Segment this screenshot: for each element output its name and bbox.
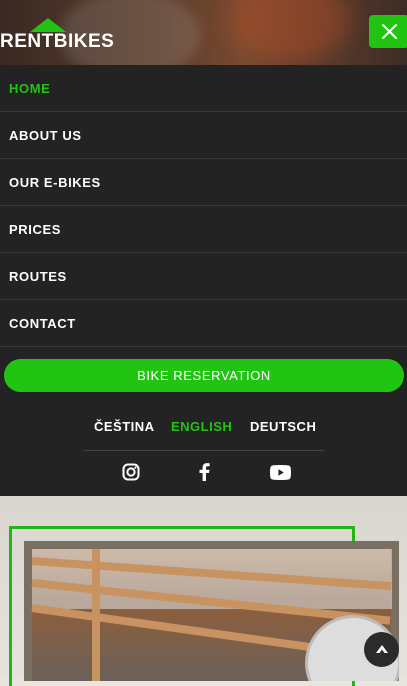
bike-reservation-label: BIKE RESERVATION [137, 368, 271, 383]
menu-item-label: PRICES [9, 222, 62, 237]
scroll-to-top-button[interactable] [364, 632, 399, 667]
menu-item-home[interactable]: HOME [0, 65, 407, 112]
language-cestina[interactable]: ČEŠTINA [94, 419, 155, 434]
rentbikes-logo[interactable]: RENTBIKES [0, 18, 114, 52]
language-deutsch[interactable]: DEUTSCH [250, 419, 316, 434]
logo-text: RENTBIKES [0, 31, 115, 52]
menu-item-our-e-bikes[interactable]: OUR E-BIKES [0, 159, 407, 206]
mobile-menu-panel: HOME ABOUT US OUR E-BIKES PRICES ROUTES … [0, 65, 407, 496]
language-english[interactable]: ENGLISH [171, 419, 232, 434]
facebook-link[interactable] [193, 462, 215, 482]
instagram-icon [122, 463, 140, 481]
menu-item-contact[interactable]: CONTACT [0, 300, 407, 347]
menu-item-label: HOME [9, 81, 51, 96]
facebook-icon [199, 463, 210, 481]
mountain-icon [30, 18, 66, 32]
menu-item-label: ABOUT US [9, 128, 82, 143]
instagram-link[interactable] [120, 462, 142, 482]
menu-item-routes[interactable]: ROUTES [0, 253, 407, 300]
menu-item-label: ROUTES [9, 269, 67, 284]
language-switcher: ČEŠTINA ENGLISH DEUTSCH [0, 419, 407, 439]
close-icon [381, 24, 397, 39]
arrow-up-icon [375, 645, 388, 653]
youtube-link[interactable] [269, 462, 291, 482]
menu-item-about-us[interactable]: ABOUT US [0, 112, 407, 159]
menu-item-prices[interactable]: PRICES [0, 206, 407, 253]
header: RENTBIKES [0, 0, 407, 65]
close-menu-button[interactable] [369, 15, 407, 48]
menu-divider [84, 450, 324, 451]
menu-item-label: CONTACT [9, 316, 76, 331]
pergola-photo [24, 541, 399, 681]
bike-reservation-button[interactable]: BIKE RESERVATION [4, 359, 404, 392]
menu-item-label: OUR E-BIKES [9, 175, 101, 190]
youtube-icon [269, 464, 291, 480]
